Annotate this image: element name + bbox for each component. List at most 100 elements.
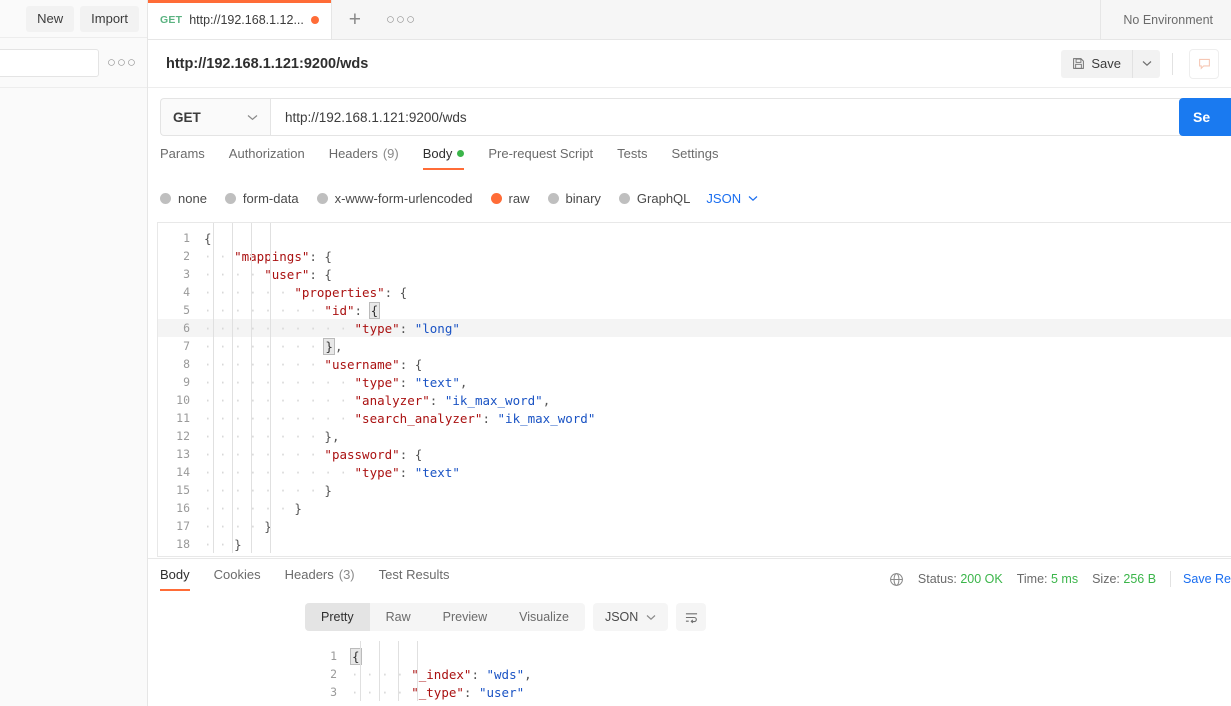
response-tab-body[interactable]: Body <box>160 567 202 591</box>
word-wrap-button[interactable] <box>676 603 707 631</box>
response-body-code[interactable]: 1{2 · · · · "_index": "wds", 3 · · · · "_ty… <box>305 641 1231 706</box>
line-number: 4 <box>183 285 190 299</box>
chevron-down-icon <box>247 108 258 126</box>
line-number: 8 <box>183 357 190 371</box>
body-type-form-data[interactable]: form-data <box>224 190 299 206</box>
send-button[interactable]: Se <box>1179 98 1231 136</box>
line-number: 1 <box>330 649 337 663</box>
indent-guide-line <box>379 641 380 701</box>
tab-authorization[interactable]: Authorization <box>217 146 317 170</box>
line-number: 5 <box>183 303 190 317</box>
tab-headers[interactable]: Headers (9) <box>317 146 411 170</box>
chevron-down-icon <box>1142 61 1151 67</box>
code-token: } <box>234 536 242 552</box>
body-type-GraphQL[interactable]: GraphQL <box>618 190 691 206</box>
indent-guide: · · · · · · · · <box>204 338 325 354</box>
tab-settings[interactable]: Settings <box>659 146 730 170</box>
response-view-visualize[interactable]: Visualize <box>503 603 585 631</box>
body-type-label: GraphQL <box>636 190 691 206</box>
body-type-x-www-form-urlencoded[interactable]: x-www-form-urlencoded <box>316 190 473 206</box>
body-type-raw[interactable]: raw <box>490 190 530 206</box>
sidebar: New Import ○○○ <box>0 0 148 706</box>
response-tab-cookies[interactable]: Cookies <box>202 567 273 591</box>
request-header: http://192.168.1.121:9200/wds Save <box>148 40 1231 88</box>
code-token: } <box>324 482 332 498</box>
line-number: 17 <box>176 519 190 533</box>
request-body-editor[interactable]: 1{2 · · "mappings": {3 · · · · "user": {4 ·… <box>157 222 1231 557</box>
indent-guide-line <box>232 223 233 553</box>
more-horizontal-icon[interactable]: ○○○ <box>105 55 139 70</box>
body-type-label: raw <box>508 190 530 206</box>
code-line: 3 · · · · "user": { <box>158 265 1231 283</box>
code-line: 1{ <box>305 647 1231 665</box>
response-view-raw[interactable]: Raw <box>370 603 427 631</box>
code-token: "_type" <box>411 684 464 700</box>
headers-count: (9) <box>382 146 399 161</box>
line-number: 11 <box>176 411 190 425</box>
tab-pre-request-script[interactable]: Pre-request Script <box>476 146 605 170</box>
code-token: "long" <box>414 320 460 336</box>
comment-button[interactable] <box>1189 48 1219 79</box>
body-type-label: form-data <box>242 190 299 206</box>
response-view-controls: Pretty Raw Preview Visualize JSON <box>305 603 707 631</box>
indent-guide: · · · · · · · · <box>204 302 325 318</box>
tab-body[interactable]: Body <box>411 146 477 170</box>
body-type-none[interactable]: none <box>160 191 207 206</box>
tab-tests[interactable]: Tests <box>605 146 659 170</box>
response-meta: Status: 200 OK Time: 5 ms Size: 256 B Sa… <box>889 571 1231 587</box>
line-number: 7 <box>183 339 190 353</box>
method-selector[interactable]: GET <box>160 98 270 136</box>
import-button[interactable]: Import <box>80 5 139 32</box>
body-type-label: none <box>178 190 207 206</box>
response-tab-headers[interactable]: Headers (3) <box>273 567 367 591</box>
save-options-button[interactable] <box>1132 49 1160 78</box>
url-input[interactable]: http://192.168.1.121:9200/wds <box>270 98 1223 136</box>
body-type-label: x-www-form-urlencoded <box>334 190 473 206</box>
tab-label: Params <box>160 146 205 161</box>
request-tab[interactable]: GET http://192.168.1.12... <box>148 0 332 39</box>
code-token: : { <box>309 248 332 264</box>
more-horizontal-icon[interactable]: ○○○ <box>384 12 418 27</box>
body-format-selector[interactable]: JSON <box>706 191 758 206</box>
new-tab-button[interactable]: + <box>332 0 378 39</box>
code-token: : <box>482 410 498 426</box>
sidebar-search-row: ○○○ <box>0 38 147 88</box>
code-token: { <box>204 230 212 246</box>
code-text: · · · · · · · · }, <box>202 337 342 355</box>
body-type-binary[interactable]: binary <box>547 191 601 206</box>
response-view-pretty[interactable]: Pretty <box>305 603 370 631</box>
save-response-button[interactable]: Save Re <box>1183 572 1231 586</box>
code-line: 14 · · · · · · · · · · "type": "text" <box>158 463 1231 481</box>
line-number: 1 <box>183 231 190 245</box>
code-text: · · · · · · · · } <box>202 483 332 498</box>
code-token: "text" <box>414 374 460 390</box>
indent-guide: · · · · · · · · · · <box>204 464 355 480</box>
response-view-preview[interactable]: Preview <box>427 603 503 631</box>
request-body-code[interactable]: 1{2 · · "mappings": {3 · · · · "user": {4 ·… <box>158 223 1231 553</box>
code-token: , <box>524 666 532 682</box>
save-label: Save <box>1091 56 1121 71</box>
code-token: : <box>429 392 445 408</box>
tab-label: Headers <box>284 567 334 582</box>
meta-divider <box>1170 571 1172 587</box>
line-number: 3 <box>183 267 190 281</box>
tab-more-button[interactable]: ○○○ <box>378 0 424 39</box>
tab-params[interactable]: Params <box>160 146 217 170</box>
radio-icon <box>490 192 502 204</box>
response-format-selector[interactable]: JSON <box>592 603 669 631</box>
response-tab-test-results[interactable]: Test Results <box>367 567 462 591</box>
code-text: · · · · · · · · "username": { <box>202 357 422 372</box>
code-line: 8 · · · · · · · · "username": { <box>158 355 1231 373</box>
new-button[interactable]: New <box>26 5 75 32</box>
tab-label: Test Results <box>378 567 450 582</box>
tab-label: Body <box>160 567 190 582</box>
line-number: 2 <box>330 667 337 681</box>
indent-guide: · · <box>204 248 235 264</box>
sidebar-search-input[interactable] <box>0 48 99 77</box>
code-text: · · · · · · · · · · "search_analyzer": "… <box>202 411 595 426</box>
code-token: "mappings" <box>234 248 310 264</box>
code-token: "search_analyzer" <box>354 410 483 426</box>
environment-label: No Environment <box>1123 12 1213 27</box>
save-button[interactable]: Save <box>1061 49 1132 78</box>
environment-selector[interactable]: No Environment <box>1100 0 1231 39</box>
